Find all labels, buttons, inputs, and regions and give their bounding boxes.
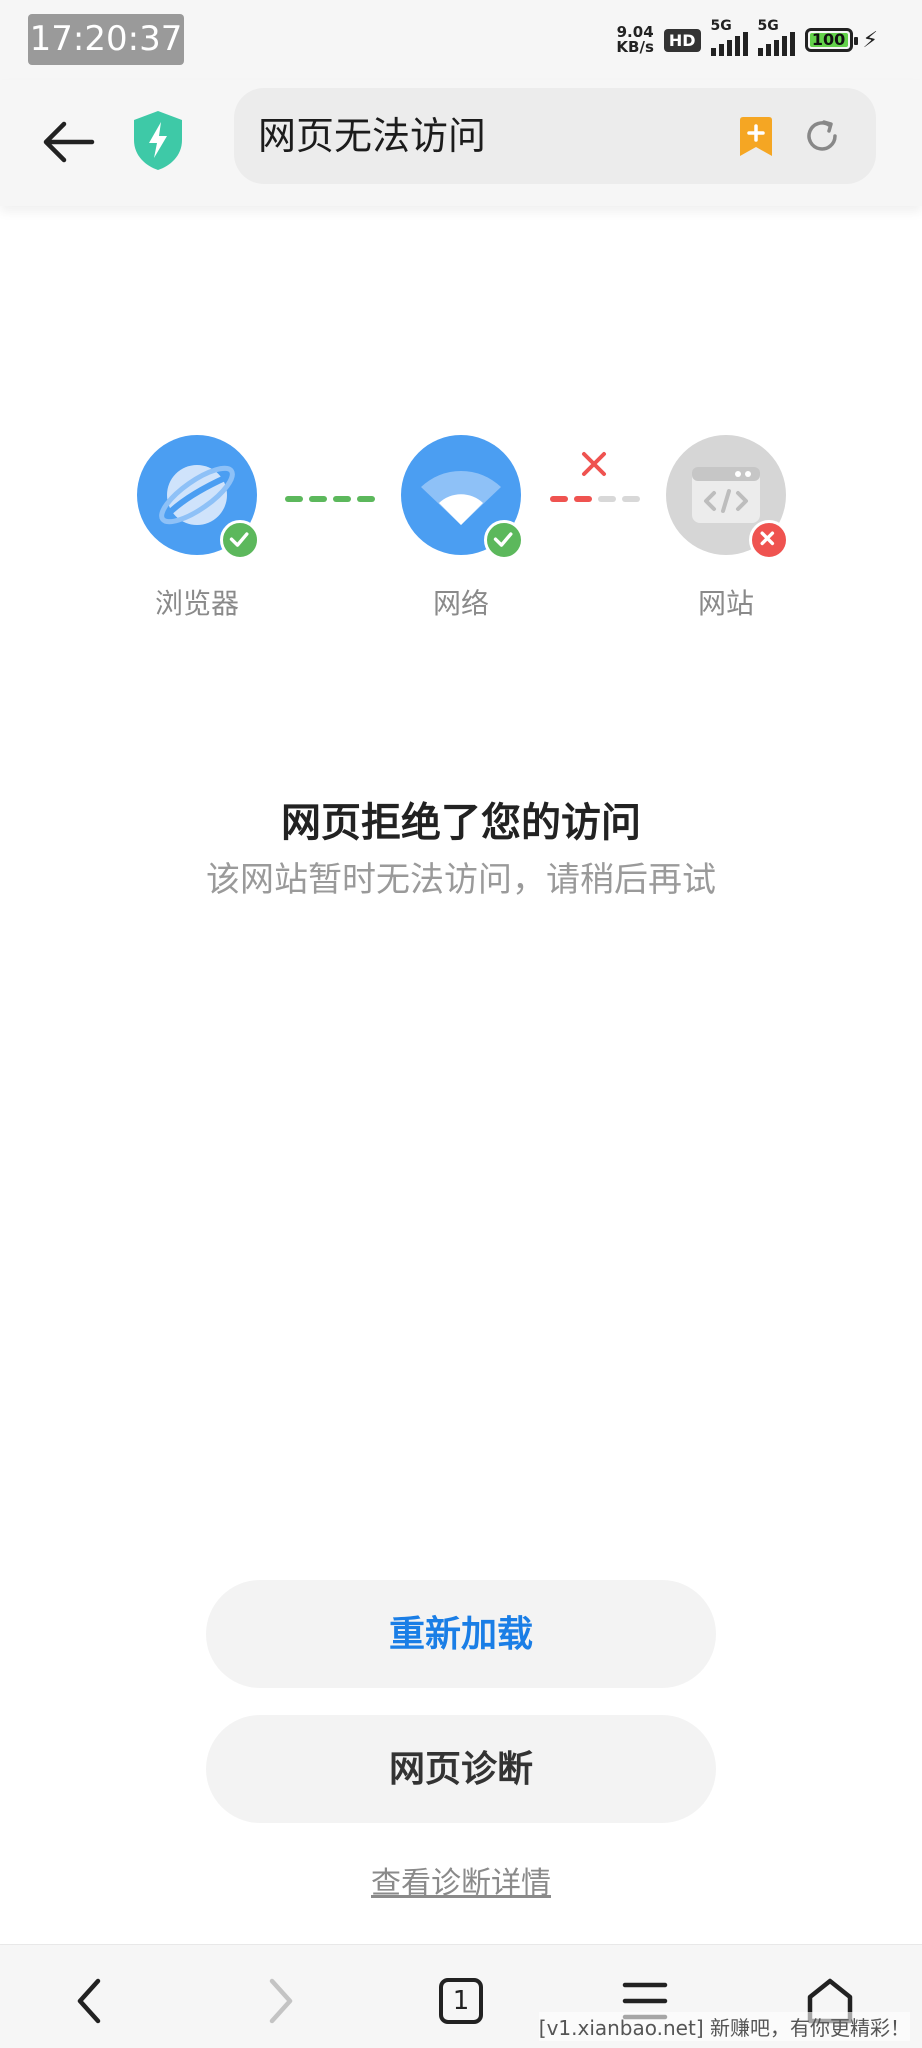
website-node	[666, 435, 789, 560]
error-subtitle: 该网站暂时无法访问，请稍后再试	[206, 860, 716, 900]
network-label: 网络	[432, 587, 489, 620]
refresh-icon[interactable]	[802, 116, 842, 156]
watermark-text: [v1.xianbao.net] 新赚吧，有你更精彩！	[538, 2012, 910, 2041]
bottom-navigation: 1 [v1.xianbao.net] 新赚吧，有你更精彩！	[0, 1944, 922, 2048]
website-label: 网站	[697, 587, 754, 620]
status-bar: 17:20:37 9.04 KB/s HD 5G 5G 100 ⚡	[0, 0, 922, 80]
reload-button[interactable]: 重新加载	[206, 1580, 716, 1688]
bookmark-add-icon[interactable]	[736, 116, 776, 158]
connector-dash	[574, 496, 592, 502]
browser-toolbar: 网页无法访问	[0, 80, 922, 206]
charging-icon: ⚡	[862, 27, 878, 53]
tab-count: 1	[452, 1986, 470, 2016]
battery-icon: 100	[804, 28, 858, 52]
signal-strength-icon-2: 5G	[757, 18, 795, 56]
signal2-network-type: 5G	[757, 18, 779, 34]
diagnose-button[interactable]: 网页诊断	[206, 1715, 716, 1823]
status-indicators: 9.04 KB/s HD 5G 5G 100 ⚡	[616, 18, 878, 60]
page-title[interactable]: 网页无法访问	[258, 88, 486, 184]
address-bar[interactable]: 网页无法访问	[234, 88, 876, 184]
network-node	[401, 435, 524, 560]
security-shield-icon[interactable]	[130, 108, 186, 172]
website-error-x-icon	[749, 520, 789, 560]
browser-error-page: 17:20:37 9.04 KB/s HD 5G 5G 100 ⚡ 网页无法访问…	[0, 0, 922, 2048]
status-clock: 17:20:37	[28, 14, 184, 65]
view-diagnosis-details-link[interactable]: 查看诊断详情	[0, 1858, 922, 1902]
connector-dash	[309, 496, 327, 502]
connector-dash	[622, 496, 640, 502]
hd-voice-icon: HD	[663, 28, 701, 52]
connector-dash	[550, 496, 568, 502]
browser-node	[137, 435, 260, 560]
connector-dash	[333, 496, 351, 502]
back-arrow-icon[interactable]	[38, 110, 102, 174]
nav-back-icon[interactable]	[62, 1971, 122, 2031]
tabs-button[interactable]: 1	[431, 1971, 491, 2031]
signal-strength-icon: 5G	[710, 18, 748, 56]
nav-forward-icon[interactable]	[248, 1971, 308, 2031]
connector-dash	[285, 496, 303, 502]
connection-broken-x-icon	[582, 452, 606, 476]
error-title: 网页拒绝了您的访问	[281, 800, 641, 846]
connector-dash	[357, 496, 375, 502]
battery-level: 100	[811, 30, 846, 49]
browser-ok-check-icon	[220, 520, 260, 560]
signal1-network-type: 5G	[710, 18, 732, 34]
browser-label: 浏览器	[154, 587, 239, 620]
network-speed: 9.04 KB/s	[616, 25, 653, 55]
connector-dash	[598, 496, 616, 502]
network-ok-check-icon	[484, 520, 524, 560]
network-speed-unit: KB/s	[616, 38, 654, 56]
